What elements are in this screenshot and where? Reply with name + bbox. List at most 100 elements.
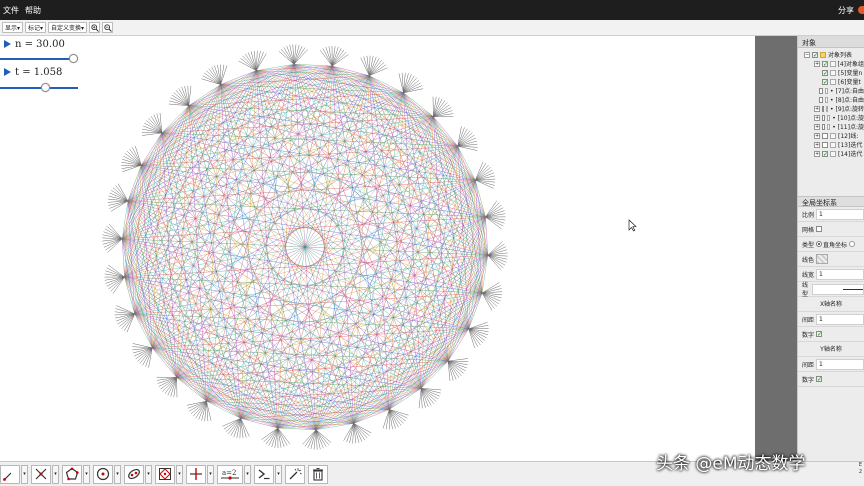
grid-checkbox[interactable] — [816, 226, 822, 232]
custom-transform-button[interactable]: 自定义变换▾ — [48, 22, 88, 33]
tree-item[interactable]: ✓ [6]变量t — [804, 77, 864, 86]
visibility-checkbox[interactable] — [822, 105, 825, 112]
fan-ray — [108, 264, 125, 278]
polygon-tool-dropdown[interactable]: ▾ — [83, 464, 90, 484]
radio-cartesian[interactable] — [816, 241, 822, 247]
menu-help[interactable]: 帮助 — [22, 5, 44, 16]
user-badge[interactable] — [858, 6, 864, 14]
slider-t-track[interactable] — [0, 87, 78, 89]
point-fan — [107, 183, 129, 212]
expand-toggle-icon[interactable]: + — [814, 114, 820, 121]
conic-tool-icon[interactable] — [124, 464, 144, 484]
chord-lines — [121, 64, 489, 430]
y-spacing-input[interactable]: 1 — [816, 358, 864, 370]
fan-ray — [112, 276, 125, 294]
circle-tool-icon[interactable] — [93, 464, 113, 484]
transform-tool-icon[interactable] — [155, 464, 175, 484]
expand-toggle-icon[interactable]: + — [814, 123, 820, 130]
expand-toggle-icon[interactable]: + — [814, 105, 820, 112]
tree-item[interactable]: + [13]迭代 — [804, 140, 864, 149]
expand-toggle-icon[interactable]: + — [814, 132, 820, 139]
object-icon — [830, 141, 836, 148]
visibility-checkbox[interactable] — [819, 87, 823, 94]
tree-item[interactable]: + ✓ [4]对象组 — [804, 59, 864, 68]
fan-ray — [353, 423, 372, 434]
point-fan — [382, 409, 409, 430]
zoom-in-icon[interactable] — [89, 22, 101, 33]
line-tool-icon[interactable] — [31, 464, 51, 484]
tree-item[interactable]: + [12]线: — [804, 131, 864, 140]
move-tool-icon[interactable] — [0, 464, 20, 484]
chord-line — [122, 238, 354, 424]
visibility-checkbox[interactable]: ✓ — [822, 150, 828, 157]
fan-ray — [204, 72, 221, 85]
tree-item[interactable]: ✓ [5]变量n — [804, 68, 864, 77]
display-menu-button[interactable]: 显示▾ — [2, 22, 24, 33]
tree-item[interactable]: + • [10]点:旋 — [804, 113, 864, 122]
play-icon[interactable] — [4, 40, 11, 48]
line-tool-dropdown[interactable]: ▾ — [52, 464, 59, 484]
fan-ray — [104, 228, 123, 240]
axis-tool-icon[interactable] — [186, 464, 206, 484]
visibility-checkbox[interactable]: ✓ — [822, 78, 828, 85]
mark-menu-button[interactable]: 标记▾ — [25, 22, 47, 33]
tree-item[interactable]: + • [11]点:旋 — [804, 122, 864, 131]
fan-ray — [421, 388, 439, 400]
text-tool-icon[interactable]: a=2 — [217, 464, 243, 484]
line-style-select[interactable] — [812, 283, 864, 295]
command-tool-icon[interactable] — [254, 464, 274, 484]
width-input[interactable]: 1 — [816, 268, 864, 280]
delete-tool-icon[interactable] — [308, 464, 328, 484]
axis-tool-dropdown[interactable]: ▾ — [207, 464, 214, 484]
y-numbers-checkbox[interactable]: ✓ — [816, 376, 822, 383]
visibility-checkbox[interactable] — [822, 132, 828, 139]
menu-file[interactable]: 文件 — [0, 5, 22, 16]
x-numbers-checkbox[interactable]: ✓ — [816, 331, 822, 338]
command-tool-dropdown[interactable]: ▾ — [275, 464, 282, 484]
slider-n-knob[interactable] — [68, 54, 78, 63]
radio-polar[interactable] — [849, 241, 856, 247]
expand-toggle-icon[interactable]: − — [804, 51, 810, 58]
zoom-out-icon[interactable] — [102, 22, 114, 33]
visibility-checkbox[interactable]: ✓ — [812, 51, 818, 58]
slider-t-label: t = 1.058 — [4, 67, 62, 78]
color-swatch[interactable] — [816, 254, 828, 264]
fan-ray — [481, 292, 495, 309]
text-tool-dropdown[interactable]: ▾ — [244, 464, 251, 484]
slider-t-knob[interactable] — [41, 83, 51, 92]
visibility-checkbox[interactable] — [822, 141, 828, 148]
tree-item[interactable]: • [8]点:自由 — [804, 95, 864, 104]
x-spacing-input[interactable]: 1 — [816, 313, 864, 325]
visibility-checkbox[interactable] — [822, 123, 826, 130]
tree-item[interactable]: • [7]点:自由 — [804, 86, 864, 95]
visibility-checkbox[interactable]: ✓ — [822, 69, 828, 76]
chord-line — [206, 388, 422, 402]
tree-item[interactable]: + • [9]点:旋转 — [804, 104, 864, 113]
fan-ray — [389, 409, 402, 426]
chord-line — [188, 92, 404, 106]
visibility-checkbox[interactable]: ✓ — [822, 60, 828, 67]
fan-ray — [256, 53, 267, 71]
play-icon[interactable] — [4, 68, 11, 76]
object-icon — [824, 96, 829, 103]
polygon-tool-icon[interactable] — [62, 464, 82, 484]
fan-ray — [283, 47, 295, 65]
visibility-checkbox[interactable] — [822, 114, 826, 121]
point-fan — [485, 200, 506, 230]
tree-item[interactable]: − ✓ 对象列表 — [804, 50, 864, 59]
sparkle-tool-icon[interactable] — [285, 464, 305, 484]
slider-n-track[interactable] — [0, 58, 78, 60]
move-tool-dropdown[interactable]: ▾ — [21, 464, 28, 484]
panel-divider[interactable] — [755, 36, 797, 461]
point-fan — [132, 343, 153, 368]
drawing-canvas[interactable] — [80, 36, 754, 461]
expand-toggle-icon[interactable]: + — [814, 60, 820, 67]
conic-tool-dropdown[interactable]: ▾ — [145, 464, 152, 484]
transform-tool-dropdown[interactable]: ▾ — [176, 464, 183, 484]
circle-tool-dropdown[interactable]: ▾ — [114, 464, 121, 484]
tree-item[interactable]: + ✓ [14]迭代 — [804, 149, 864, 158]
expand-toggle-icon[interactable]: + — [814, 150, 820, 157]
expand-toggle-icon[interactable]: + — [814, 141, 820, 148]
visibility-checkbox[interactable] — [819, 96, 823, 103]
scale-input[interactable]: 1 — [816, 208, 864, 220]
